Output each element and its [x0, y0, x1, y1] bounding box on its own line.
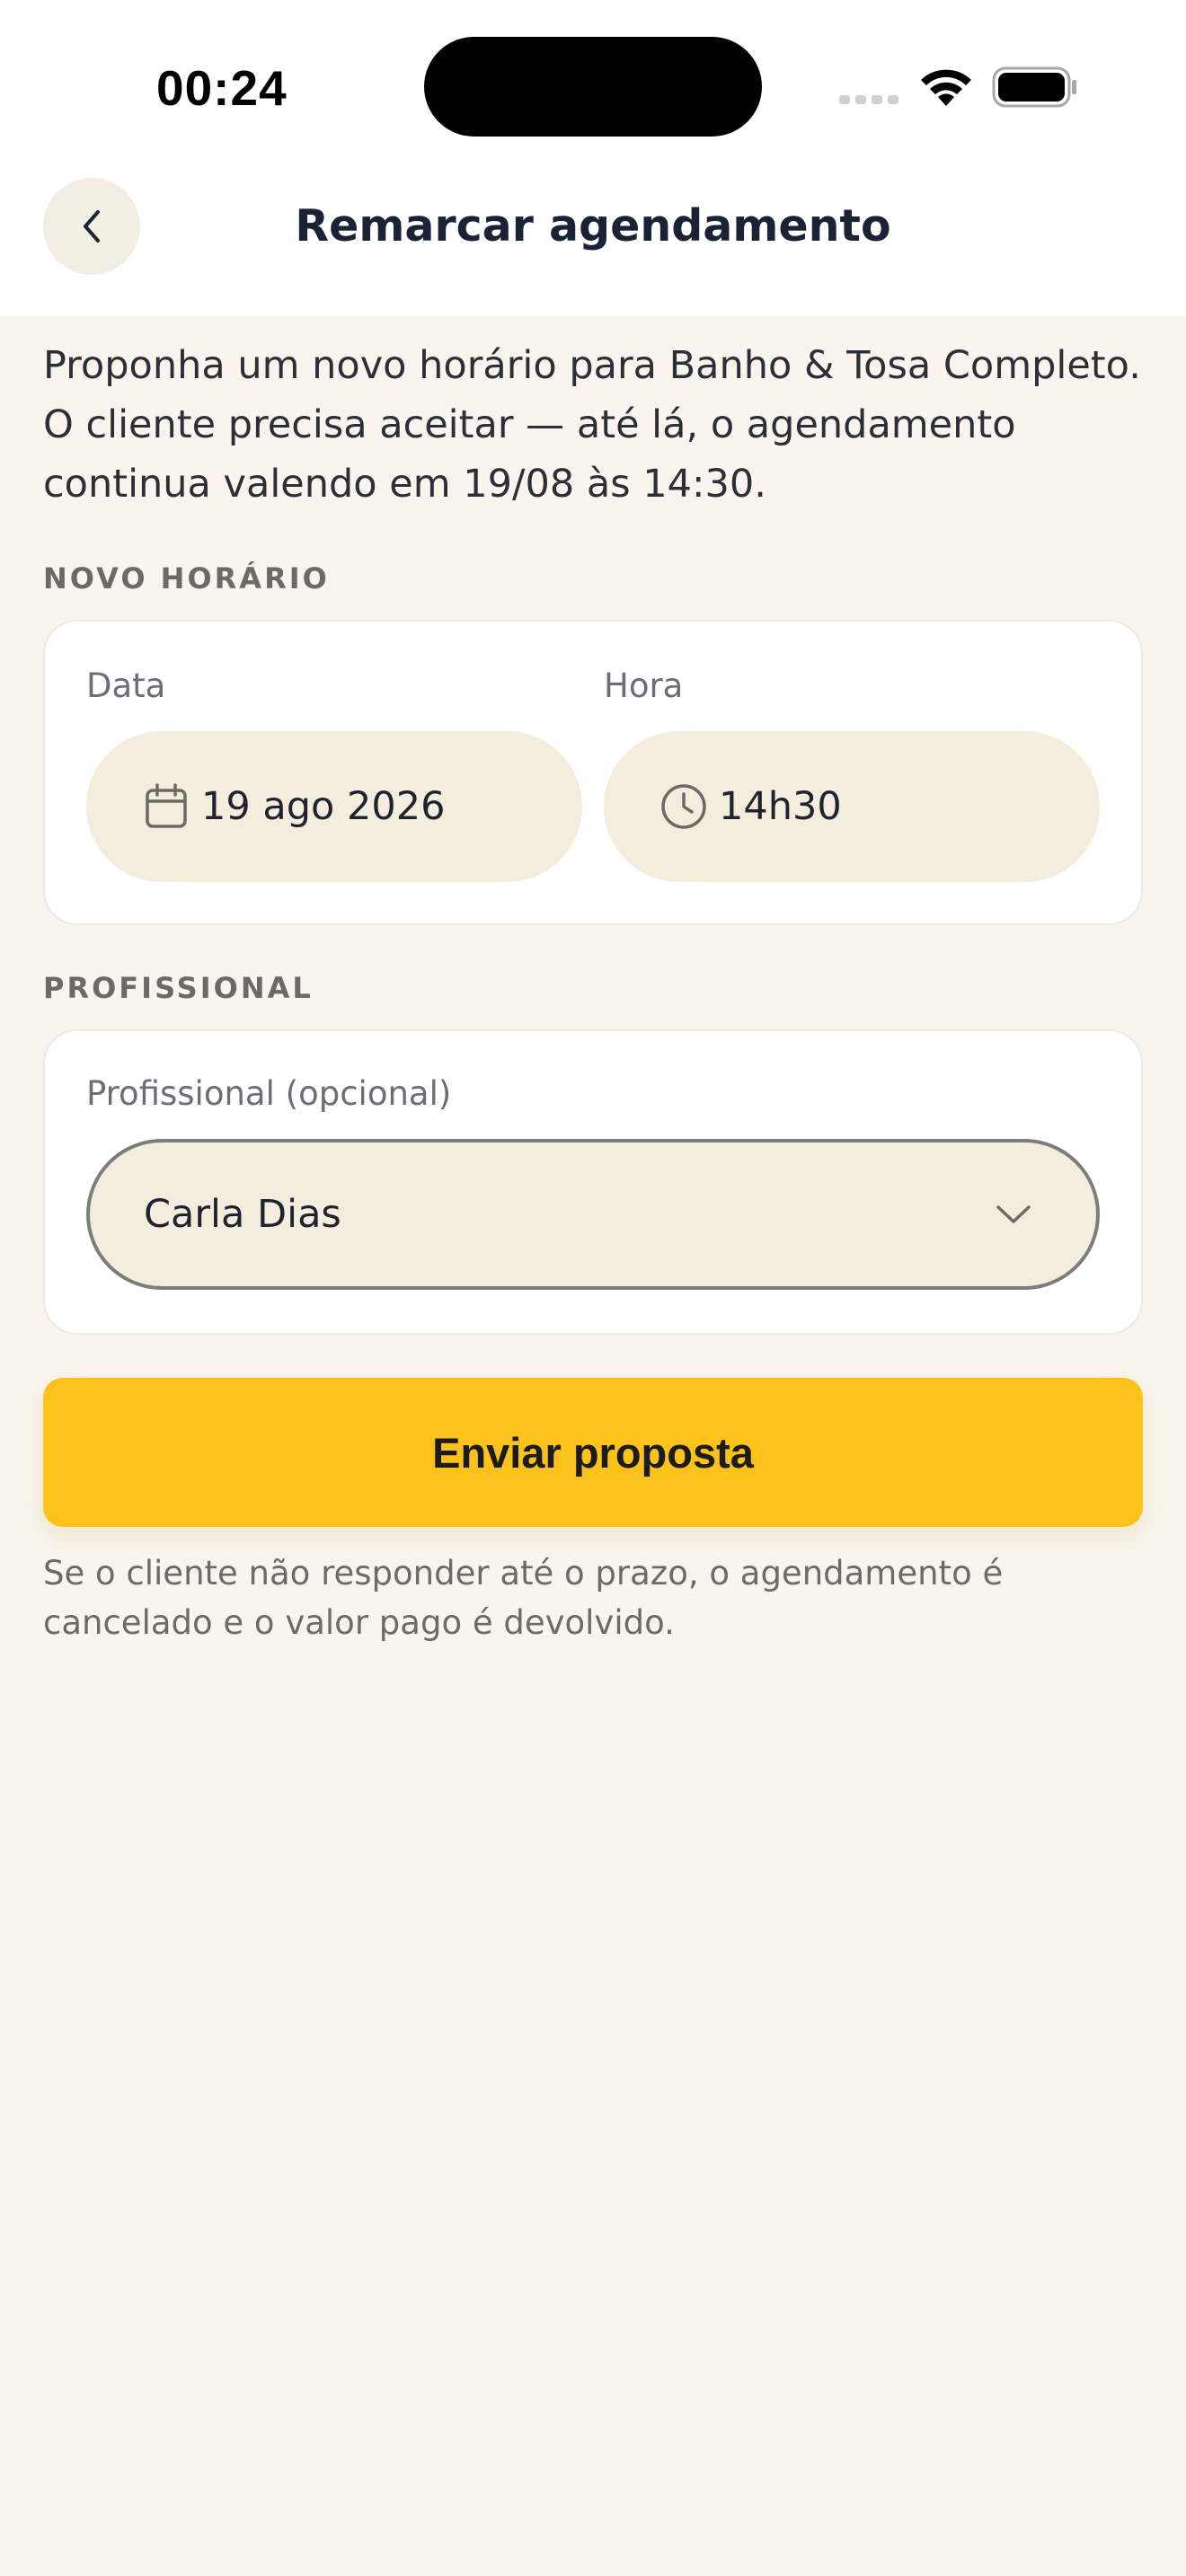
battery-icon [992, 66, 1076, 108]
section-label-new-time: NOVO HORÁRIO [43, 561, 330, 595]
send-proposal-button[interactable]: Enviar proposta [43, 1378, 1143, 1527]
professional-label: Profissional (opcional) [86, 1074, 452, 1113]
date-value: 19 ago 2026 [201, 784, 446, 829]
date-label: Data [86, 666, 166, 705]
professional-selected-value: Carla Dias [144, 1192, 341, 1237]
page-title: Remarcar agendamento [295, 200, 891, 251]
time-picker[interactable]: 14h30 [604, 731, 1100, 882]
section-label-professional: PROFISSIONAL [43, 971, 314, 1005]
calendar-icon [146, 783, 187, 828]
wifi-icon [921, 69, 971, 106]
clock-icon [661, 784, 706, 829]
date-picker[interactable]: 19 ago 2026 [86, 731, 582, 882]
time-value: 14h30 [719, 784, 842, 829]
intro-text: Proponha um novo horário para Banho & To… [43, 343, 1141, 507]
chevron-down-icon [996, 1205, 1031, 1223]
footnote-text: Se o cliente não responder até o prazo, … [43, 1554, 1004, 1642]
top-bar: 00:24 Remarcar agendamento [0, 0, 1186, 316]
professional-select[interactable]: Carla Dias [86, 1139, 1100, 1290]
status-time: 00:24 [156, 60, 288, 116]
signal-icon [839, 95, 898, 104]
dynamic-island [424, 37, 762, 137]
time-label: Hora [604, 666, 684, 705]
